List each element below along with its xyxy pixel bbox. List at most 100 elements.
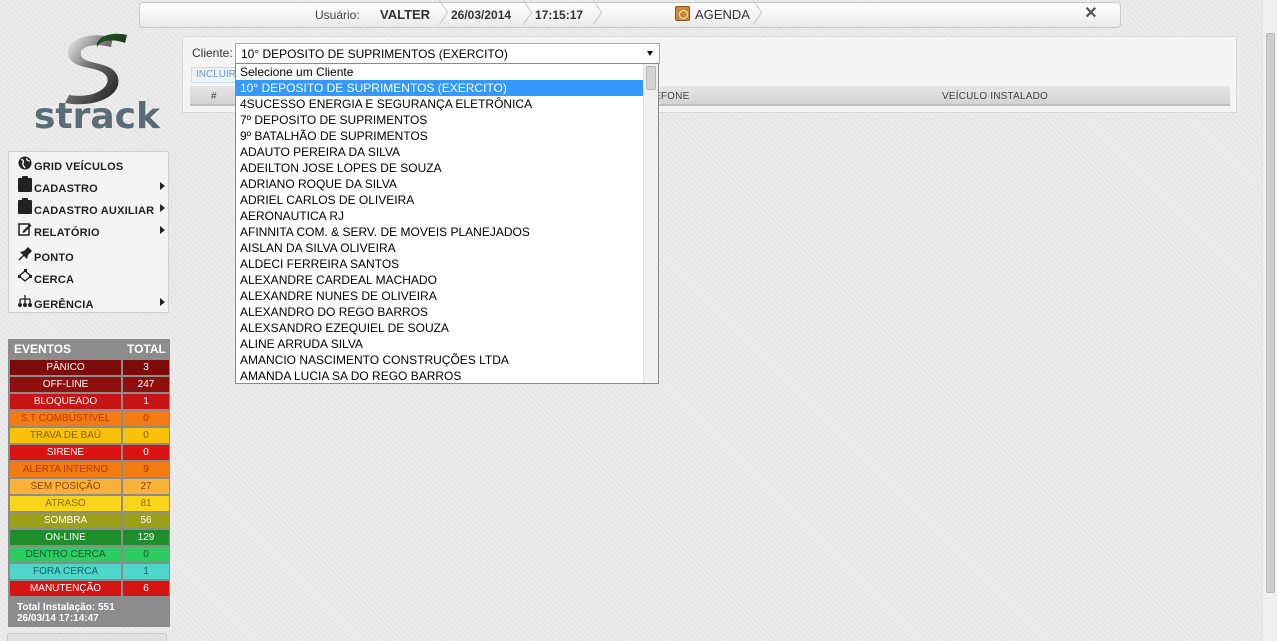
- event-total: 1: [123, 394, 169, 409]
- event-name: ATRASO: [10, 496, 121, 511]
- event-row[interactable]: TRAVA DE BAÚ 0: [9, 427, 169, 444]
- menu-item-label: CERCA: [34, 274, 75, 286]
- dropdown-option[interactable]: ALEXSANDRO EZEQUIEL DE SOUZA: [236, 320, 644, 336]
- event-row[interactable]: SEM POSIÇÃO 27: [9, 478, 169, 495]
- event-name: DENTRO CERCA: [10, 547, 121, 562]
- dropdown-option[interactable]: AERONAUTICA RJ: [236, 208, 644, 224]
- event-total: 0: [123, 445, 169, 460]
- event-row[interactable]: SOMBRA 56: [9, 512, 169, 529]
- user-label: Usuário:: [315, 8, 360, 22]
- dropdown-option[interactable]: AISLAN DA SILVA OLIVEIRA: [236, 240, 644, 256]
- events-header-total: TOTAL: [127, 342, 166, 356]
- event-total: 3: [123, 360, 169, 375]
- event-name: ALERTA INTERNO: [10, 462, 121, 477]
- events-updated-at: 26/03/14 17:14:47: [17, 613, 99, 624]
- pin-icon: [18, 247, 32, 261]
- menu-item-cadastro[interactable]: CADASTRO: [9, 176, 168, 198]
- agenda-link[interactable]: AGENDA: [695, 3, 750, 27]
- agenda-icon[interactable]: [675, 6, 690, 21]
- event-total: 247: [123, 377, 169, 392]
- event-total: 27: [123, 479, 169, 494]
- menu-item-cerca[interactable]: CERCA: [9, 267, 168, 289]
- submenu-arrow-icon: [160, 182, 165, 190]
- event-total: 1: [123, 564, 169, 579]
- dropdown-option[interactable]: ALEXANDRE CARDEAL MACHADO: [236, 272, 644, 288]
- event-row[interactable]: PÂNICO 3: [9, 359, 169, 376]
- page-scrollbar-thumb[interactable]: [1266, 33, 1275, 593]
- event-name: S.T COMBUSTÍVEL: [10, 411, 121, 426]
- menu-item-label: PONTO: [34, 252, 74, 264]
- menu-item-label: RELATÓRIO: [34, 227, 100, 239]
- globe-icon: [18, 156, 32, 170]
- current-time: 17:15:17: [535, 8, 584, 22]
- menu-item-gerencia[interactable]: GERÊNCIA: [9, 292, 168, 314]
- event-row[interactable]: BLOQUEADO 1: [9, 393, 169, 410]
- event-name: FORA CERCA: [10, 564, 121, 579]
- dropdown-option[interactable]: 9º BATALHÃO DE SUPRIMENTOS: [236, 128, 644, 144]
- event-name: SEM POSIÇÃO: [10, 479, 121, 494]
- menu-item-label: CADASTRO: [34, 183, 98, 195]
- event-row[interactable]: MANUTENÇÃO 6: [9, 580, 169, 597]
- dropdown-option[interactable]: 4SUCESSO ENERGIA E SEGURANÇA ELETRÔNICA: [236, 96, 644, 112]
- dropdown-scrollbar-thumb[interactable]: [646, 66, 656, 90]
- events-footer: Total Instalação: 551 26/03/14 17:14:47: [9, 602, 169, 624]
- dropdown-option[interactable]: AMANCIO NASCIMENTO CONSTRUÇÕES LTDA: [236, 352, 644, 368]
- event-row[interactable]: OFF-LINE 247: [9, 376, 169, 393]
- menu-item-cadastro-auxiliar[interactable]: CADASTRO AUXILIAR: [9, 198, 168, 220]
- dropdown-option[interactable]: ALDECI FERREIRA SANTOS: [236, 256, 644, 272]
- dropdown-option[interactable]: 7º DEPOSITO DE SUPRIMENTOS: [236, 112, 644, 128]
- event-row[interactable]: ATRASO 81: [9, 495, 169, 512]
- dropdown-option[interactable]: Selecione um Cliente: [236, 64, 644, 80]
- event-total: 81: [123, 496, 169, 511]
- dropdown-option[interactable]: 10° DEPOSITO DE SUPRIMENTOS (EXERCITO): [236, 80, 644, 96]
- edit-icon: [18, 223, 32, 236]
- menu-item-grid-veiculos[interactable]: GRID VEÍCULOS: [9, 154, 168, 176]
- sidebar-menu: GRID VEÍCULOS CADASTRO CADASTRO AUXILIAR…: [8, 151, 169, 313]
- dropdown-option[interactable]: ADAUTO PEREIRA DA SILVA: [236, 144, 644, 160]
- event-name: PÂNICO: [10, 360, 121, 375]
- page-scrollbar[interactable]: [1262, 0, 1277, 641]
- current-date: 26/03/2014: [451, 8, 512, 22]
- dropdown-option[interactable]: ALINE ARRUDA SILVA: [236, 336, 644, 352]
- column-header-telefone[interactable]: EFONE: [654, 91, 689, 102]
- close-icon[interactable]: ✕: [1084, 6, 1098, 22]
- event-row[interactable]: SIRENE 0: [9, 444, 169, 461]
- events-rows: PÂNICO 3 OFF-LINE 247 BLOQUEADO 1 S.T COMBUSTÍ…: [9, 359, 169, 597]
- cliente-dropdown-list[interactable]: Selecione um Cliente 10° DEPOSITO DE SUPR…: [235, 63, 659, 384]
- event-name: OFF-LINE: [10, 377, 121, 392]
- dropdown-scrollbar[interactable]: [643, 64, 658, 383]
- event-row[interactable]: FORA CERCA 1: [9, 563, 169, 580]
- menu-item-ponto[interactable]: PONTO: [9, 245, 168, 267]
- event-row[interactable]: DENTRO CERCA 0: [9, 546, 169, 563]
- event-row[interactable]: ON-LINE 129: [9, 529, 169, 546]
- column-header-number[interactable]: #: [211, 91, 217, 102]
- submenu-arrow-icon: [160, 298, 165, 306]
- event-total: 0: [123, 411, 169, 426]
- event-name: ON-LINE: [10, 530, 121, 545]
- event-row[interactable]: S.T COMBUSTÍVEL 0: [9, 410, 169, 427]
- dropdown-option[interactable]: AMANDA LUCIA SA DO REGO BARROS: [236, 368, 644, 383]
- dropdown-option[interactable]: AFINNITA COM. & SERV. DE MOVEIS PLANEJAD…: [236, 224, 644, 240]
- dropdown-option[interactable]: ADRIEL CARLOS DE OLIVEIRA: [236, 192, 644, 208]
- dropdown-option[interactable]: ALEXANDRO DO REGO BARROS: [236, 304, 644, 320]
- incluir-button[interactable]: INCLUIR: [191, 67, 239, 83]
- cliente-select[interactable]: 10° DEPOSITO DE SUPRIMENTOS (EXERCITO): [235, 43, 660, 64]
- dropdown-option[interactable]: ADEILTON JOSE LOPES DE SOUZA: [236, 160, 644, 176]
- clipboard-icon: [18, 198, 32, 214]
- chevron-down-icon: [647, 51, 653, 56]
- column-header-veiculo[interactable]: VEÍCULO INSTALADO: [942, 91, 1048, 102]
- total-installations: Total Instalação: 551: [17, 602, 115, 613]
- breadcrumb-separator: [592, 3, 602, 27]
- dropdown-option[interactable]: ALEXANDRE NUNES DE OLIVEIRA: [236, 288, 644, 304]
- event-row[interactable]: ALERTA INTERNO 9: [9, 461, 169, 478]
- strack-logo: strack: [30, 33, 160, 138]
- dropdown-option[interactable]: ADRIANO ROQUE DA SILVA: [236, 176, 644, 192]
- clipboard-icon: [18, 176, 32, 192]
- event-name: TRAVA DE BAÚ: [10, 428, 121, 443]
- menu-item-relatorio[interactable]: RELATÓRIO: [9, 220, 168, 242]
- menu-item-label: GERÊNCIA: [34, 299, 94, 311]
- events-table: EVENTOS TOTAL PÂNICO 3 OFF-LINE 247 BLOQUEAD…: [8, 339, 170, 627]
- events-header-name: EVENTOS: [14, 342, 72, 356]
- cliente-label: Cliente:: [192, 46, 233, 60]
- sidebar-bottom-button[interactable]: [7, 633, 167, 641]
